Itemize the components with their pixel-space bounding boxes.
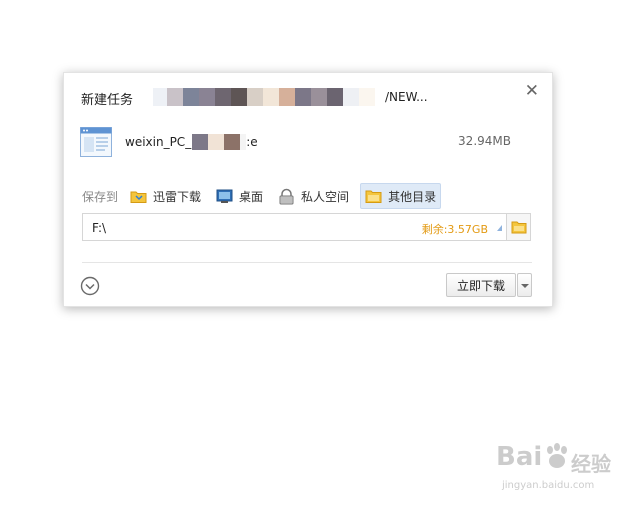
free-space-label: 剩余:3.57GB [421, 223, 488, 236]
document-icon [80, 127, 112, 157]
folder-icon [365, 190, 382, 203]
task-url: /NEW... [153, 88, 428, 106]
location-xunlei-download[interactable]: 迅雷下载 [126, 184, 205, 208]
save-location-row: 保存到 迅雷下载 桌面 私人空间 其他目录 [82, 183, 448, 209]
location-label: 迅雷下载 [153, 189, 202, 204]
folder-icon [511, 221, 526, 234]
save-to-label: 保存到 [82, 189, 119, 204]
location-private-space[interactable]: 私人空间 [274, 184, 353, 208]
desktop-icon [216, 189, 233, 203]
watermark-logo: Bai 经验 jingyan.baidu.com [496, 440, 614, 502]
save-path-value: F:\ [92, 221, 107, 235]
url-redaction [153, 88, 383, 106]
file-name-redaction [192, 134, 247, 150]
close-icon[interactable]: ✕ [525, 81, 539, 101]
file-name: weixin_PC_ :e [125, 134, 258, 150]
file-name-suffix: :e [246, 135, 258, 149]
private-space-icon [279, 188, 294, 204]
location-label: 其他目录 [388, 189, 437, 204]
location-label: 私人空间 [301, 189, 350, 204]
location-desktop[interactable]: 桌面 [212, 184, 267, 208]
download-options-dropdown[interactable] [517, 273, 532, 297]
download-now-button[interactable]: 立即下载 [446, 273, 516, 297]
folder-download-icon [130, 191, 147, 203]
file-name-prefix: weixin_PC_ [125, 135, 192, 149]
new-task-dialog: 新建任务 /NEW... ✕ weixin_PC_:e 32.94MB 保存到… [63, 72, 553, 307]
save-path-field[interactable]: F:\ 剩余:3.57GB [82, 213, 509, 241]
file-size: 32.94MB [458, 134, 511, 148]
watermark-brand-cn: 经验 [571, 452, 611, 476]
watermark-url: jingyan.baidu.com [502, 480, 595, 491]
chevron-down-circle-icon[interactable] [80, 276, 100, 296]
divider [82, 262, 532, 263]
paw-icon [547, 443, 567, 468]
path-dropdown-arrow-icon[interactable] [497, 225, 502, 231]
url-text: /NEW... [385, 90, 428, 104]
location-label: 桌面 [239, 189, 264, 204]
watermark-brand: Bai [496, 442, 543, 472]
location-other-directory[interactable]: 其他目录 [360, 183, 442, 209]
dialog-title: 新建任务 [81, 93, 134, 108]
browse-folder-button[interactable] [506, 213, 531, 241]
